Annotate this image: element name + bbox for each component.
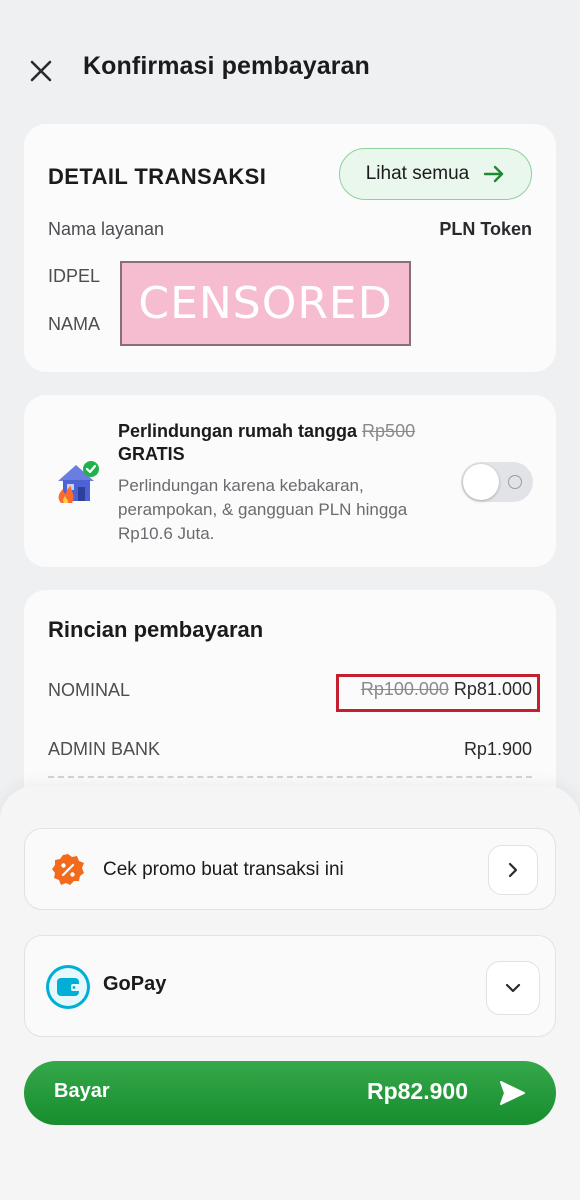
protection-card: Perlindungan rumah tangga Rp500 GRATIS P… [24, 395, 556, 567]
pay-button-amount: Rp82.900 [366, 1078, 468, 1104]
nominal-value: Rp81.000 [453, 679, 532, 699]
protection-toggle[interactable] [461, 462, 533, 502]
protection-title-text: Perlindungan rumah tangga [118, 421, 358, 441]
send-icon [500, 1081, 525, 1105]
promo-label: Cek promo buat transaksi ini [103, 859, 344, 880]
breakdown-title: Rincian pembayaran [48, 617, 264, 642]
pay-button-label: Bayar [54, 1080, 110, 1102]
promo-badge-icon [52, 854, 84, 885]
see-all-button[interactable]: Lihat semua [339, 148, 532, 200]
censored-text: CENSORED [138, 278, 393, 329]
pay-button[interactable]: Bayar Rp82.900 [24, 1061, 556, 1125]
gopay-wallet-icon [46, 965, 90, 1009]
nominal-values: Rp100.000 Rp81.000 [361, 679, 532, 700]
payment-method-option[interactable]: GoPay [24, 935, 556, 1037]
close-icon [30, 60, 52, 82]
payment-method-label: GoPay [103, 973, 167, 995]
admin-bank-value: Rp1.900 [463, 739, 532, 759]
house-protection-icon [58, 461, 99, 503]
payment-method-dropdown[interactable] [486, 961, 540, 1015]
toggle-off-icon [508, 475, 522, 489]
page-title: Konfirmasi pembayaran [83, 52, 370, 80]
admin-bank-label: ADMIN BANK [48, 739, 161, 759]
protection-old-price: Rp500 [362, 421, 416, 441]
transaction-detail-card: DETAIL TRANSAKSI Lihat semua Nama layana… [24, 124, 556, 372]
service-name-value: PLN Token [439, 219, 532, 239]
toggle-knob [463, 464, 499, 500]
protection-free-label: GRATIS [118, 444, 185, 464]
protection-description: Perlindungan karena kebakaran, perampoka… [118, 476, 408, 543]
dashed-divider [48, 776, 532, 778]
nominal-old-value: Rp100.000 [360, 679, 449, 699]
protection-title: Perlindungan rumah tangga Rp500 [118, 421, 415, 442]
see-all-label: Lihat semua [365, 163, 470, 184]
censored-overlay: CENSORED [120, 261, 411, 346]
chevron-down-icon [505, 983, 521, 993]
chevron-right-icon [508, 862, 518, 878]
service-name-label: Nama layanan [48, 219, 165, 239]
nama-label: NAMA [48, 314, 101, 334]
close-button[interactable] [26, 56, 56, 86]
bottom-sheet: Cek promo buat transaksi ini GoPay Bayar… [0, 786, 580, 1200]
promo-open-button[interactable] [488, 845, 538, 895]
nominal-label: NOMINAL [48, 680, 131, 700]
promo-option[interactable]: Cek promo buat transaksi ini [24, 828, 556, 910]
arrow-right-icon [484, 165, 504, 183]
idpel-label: IDPEL [48, 266, 101, 286]
header: Konfirmasi pembayaran [0, 0, 580, 130]
detail-title: DETAIL TRANSAKSI [48, 164, 267, 189]
